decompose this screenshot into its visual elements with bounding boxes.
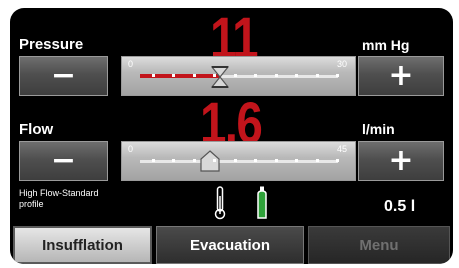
pressure-unit: mm Hg: [362, 37, 410, 53]
insufflator-screen: Pressure 11 mm Hg − 0 30 + Flow 1.6 l/mi…: [10, 8, 453, 264]
profile-line-1: High Flow-Standard: [19, 188, 99, 198]
flow-scale[interactable]: 0 45: [121, 141, 356, 181]
scale-tick-mark: [315, 74, 319, 77]
scale-tick-mark: [336, 159, 339, 162]
flow-unit: l/min: [362, 121, 395, 137]
flow-increase-button[interactable]: +: [358, 141, 444, 181]
flow-decrease-button[interactable]: −: [19, 141, 108, 181]
thermometer-icon: [214, 186, 226, 220]
scale-tick-mark: [192, 74, 196, 77]
minus-icon: −: [50, 143, 77, 178]
tab-evacuation-label: Evacuation: [189, 236, 271, 254]
pressure-scale-min: 0: [128, 59, 134, 69]
flow-label: Flow: [19, 121, 54, 138]
gas-cylinder-icon: [257, 186, 267, 219]
scale-tick-mark: [172, 74, 176, 77]
tab-menu[interactable]: Menu: [308, 226, 450, 264]
flow-setpoint-marker-icon[interactable]: [200, 150, 220, 172]
scale-tick-mark: [233, 74, 237, 77]
plus-icon: +: [388, 143, 414, 178]
pressure-label: Pressure: [19, 36, 84, 53]
bottom-tab-bar: Insufflation Evacuation Menu: [10, 226, 453, 264]
scale-tick-mark: [336, 74, 339, 77]
flow-track-line: [140, 160, 338, 163]
gas-volume-readout: 0.5 l: [384, 198, 416, 215]
pressure-increase-button[interactable]: +: [358, 56, 444, 96]
pressure-decrease-button[interactable]: −: [19, 56, 108, 96]
scale-tick-mark: [152, 74, 155, 77]
pressure-track-line: [220, 75, 338, 78]
scale-tick-mark: [295, 159, 299, 162]
pressure-scale[interactable]: 0 30: [121, 56, 356, 96]
scale-tick-mark: [213, 159, 217, 162]
scale-tick-mark: [172, 159, 176, 162]
profile-line-2: profile: [19, 199, 44, 209]
scale-tick-mark: [295, 74, 299, 77]
scale-tick-mark: [274, 74, 278, 77]
tab-insufflation-label: Insufflation: [42, 236, 123, 254]
scale-tick-mark: [254, 74, 258, 77]
profile-name: High Flow-Standard profile: [19, 188, 99, 210]
scale-tick-mark: [192, 159, 196, 162]
tab-menu-label: Menu: [359, 236, 399, 254]
pressure-scale-max: 30: [336, 59, 347, 69]
tab-evacuation[interactable]: Evacuation: [156, 226, 304, 264]
flow-scale-max: 45: [336, 144, 347, 154]
flow-scale-min: 0: [128, 144, 134, 154]
pressure-setpoint-hourglass-icon[interactable]: [211, 66, 229, 88]
scale-tick-mark: [254, 159, 258, 162]
scale-tick-mark: [274, 159, 278, 162]
scale-tick-mark: [315, 159, 319, 162]
scale-tick-mark: [152, 159, 155, 162]
scale-tick-mark: [213, 74, 217, 77]
minus-icon: −: [50, 58, 77, 93]
scale-tick-mark: [233, 159, 237, 162]
plus-icon: +: [388, 58, 414, 93]
tab-insufflation[interactable]: Insufflation: [13, 226, 152, 264]
